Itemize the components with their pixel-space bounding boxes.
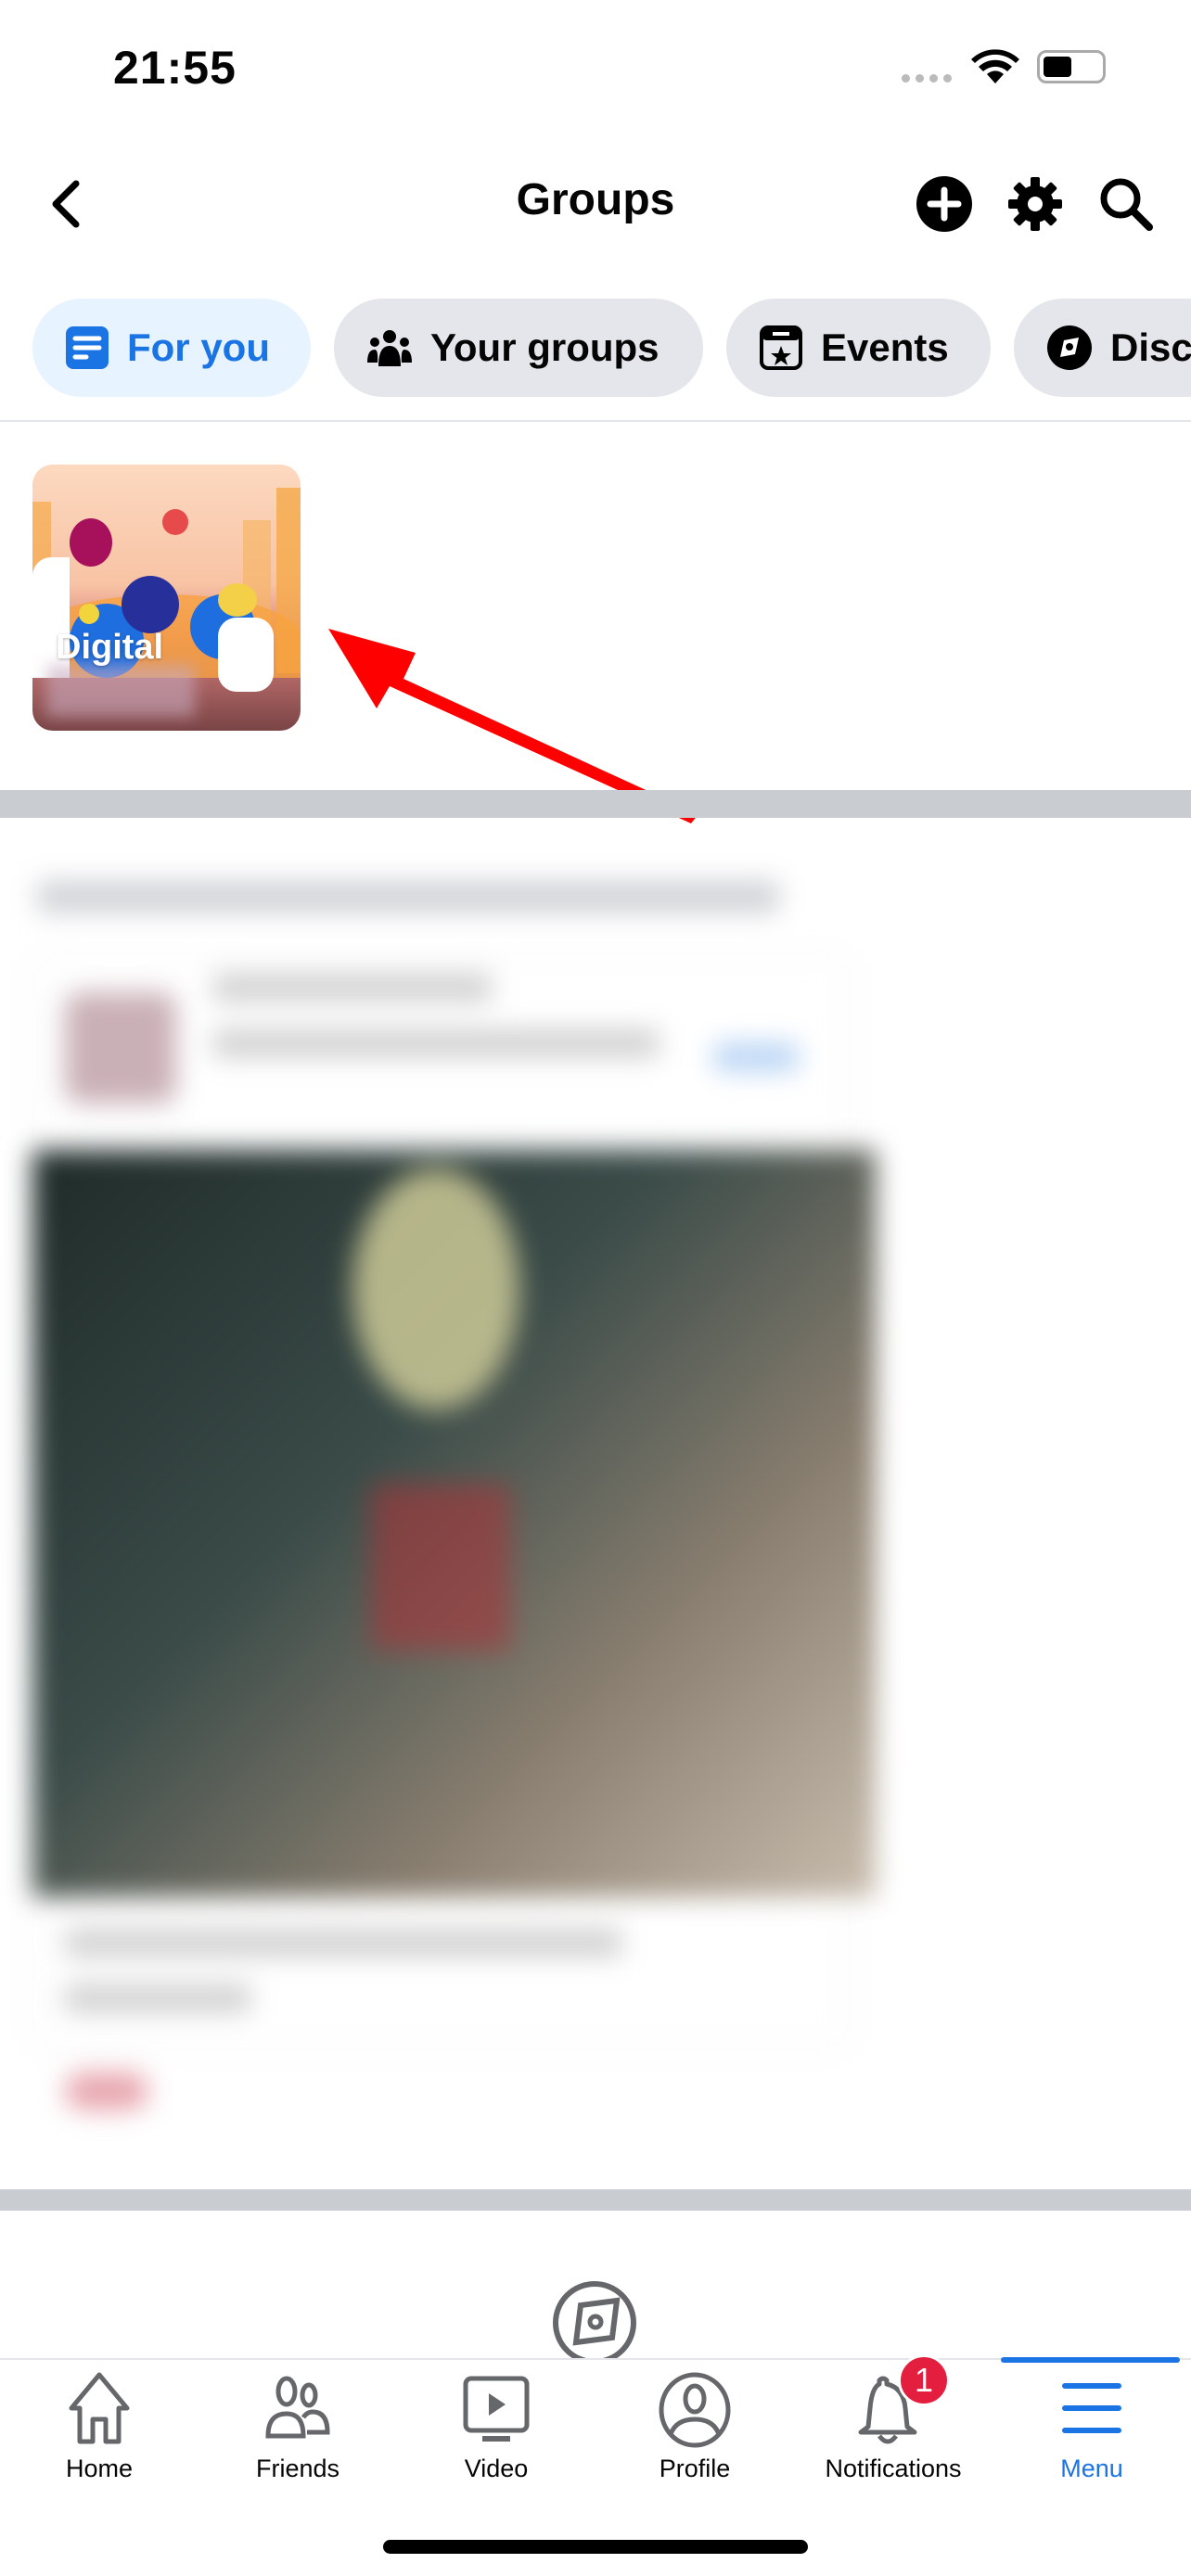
tab-profile[interactable]: Profile [596, 2360, 794, 2482]
tab-notifications[interactable]: 1 Notifications [794, 2354, 992, 2482]
tab-menu[interactable]: Menu [992, 2360, 1191, 2482]
group-card-label: Digital [56, 628, 164, 667]
signal-icon [902, 74, 952, 83]
tab-home[interactable]: Home [0, 2360, 198, 2482]
discover-icon[interactable] [551, 2279, 638, 2363]
chip-events[interactable]: Events [726, 299, 991, 397]
chip-discover[interactable]: Disc [1014, 299, 1191, 397]
chip-label: For you [127, 325, 270, 369]
tab-label: Home [65, 2455, 134, 2482]
people-icon [367, 330, 412, 366]
tab-label: Friends [255, 2455, 340, 2482]
feed-icon [66, 326, 109, 369]
compass-icon [1047, 325, 1092, 370]
suggested-posts-blurred [0, 835, 1191, 2179]
profile-icon [659, 2372, 731, 2448]
chip-for-you[interactable]: For you [32, 299, 311, 397]
home-indicator [383, 2540, 808, 2554]
chip-label: Events [821, 325, 949, 369]
tab-label: Profile [659, 2455, 731, 2482]
section-separator [0, 2189, 1191, 2211]
search-button[interactable] [1098, 176, 1154, 232]
tab-label: Menu [1060, 2455, 1123, 2482]
chip-label: Disc [1110, 325, 1191, 369]
tab-label: Notifications [825, 2455, 962, 2482]
video-icon [463, 2376, 530, 2442]
group-card[interactable]: Digital [32, 465, 301, 731]
chip-label: Your groups [430, 325, 660, 369]
chip-your-groups[interactable]: Your groups [334, 299, 703, 397]
settings-button[interactable] [1007, 176, 1063, 232]
home-icon [69, 2372, 130, 2444]
divider [0, 420, 1191, 422]
section-separator [0, 790, 1191, 818]
menu-icon [1062, 2383, 1121, 2433]
wifi-icon [971, 49, 1019, 83]
tab-video[interactable]: Video [397, 2360, 596, 2482]
tab-label: Video [464, 2455, 529, 2482]
tab-friends[interactable]: Friends [198, 2360, 397, 2482]
create-group-button[interactable] [916, 176, 972, 232]
friends-icon [265, 2376, 330, 2439]
status-time: 21:55 [113, 42, 237, 94]
calendar-star-icon [760, 325, 802, 370]
battery-icon [1037, 50, 1106, 83]
notification-badge: 1 [898, 2354, 950, 2406]
